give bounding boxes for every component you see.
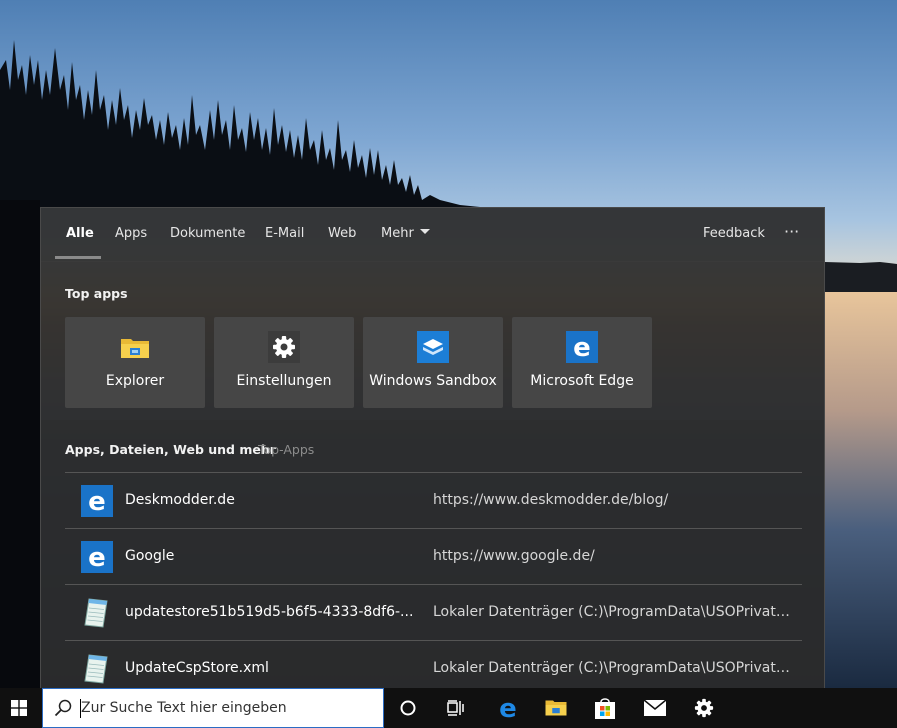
top-apps-heading: Top apps — [65, 286, 128, 301]
result-path: Lokaler Datenträger (C:)\ProgramData\USO… — [433, 604, 793, 620]
result-name: updatestore51b519d5-b6f5-4333-8df6-... — [125, 604, 414, 620]
result-path: Lokaler Datenträger (C:)\ProgramData\USO… — [433, 660, 793, 676]
top-app-settings[interactable]: Einstellungen — [214, 317, 354, 408]
tab-documents[interactable]: Dokumente — [170, 226, 245, 241]
mail-icon — [643, 699, 667, 716]
result-row-updatestore[interactable]: updatestore51b519d5-b6f5-4333-8df6-... L… — [65, 584, 802, 640]
windows-sandbox-icon — [417, 331, 449, 363]
tab-more-label: Mehr — [381, 226, 414, 241]
tab-email[interactable]: E-Mail — [265, 226, 304, 241]
store-icon — [595, 698, 615, 719]
results-list: e Deskmodder.de https://www.deskmodder.d… — [65, 472, 802, 696]
tile-label: Microsoft Edge — [530, 373, 634, 389]
svg-text:e: e — [88, 487, 106, 517]
settings-gear-icon — [268, 331, 300, 363]
start-button[interactable] — [0, 688, 38, 728]
results-heading: Apps, Dateien, Web und mehr — [65, 442, 276, 457]
tile-label: Einstellungen — [236, 373, 332, 389]
result-row-deskmodder[interactable]: e Deskmodder.de https://www.deskmodder.d… — [65, 472, 802, 528]
file-explorer-icon — [121, 339, 149, 358]
task-view-icon — [447, 700, 464, 716]
edge-icon: e — [81, 541, 113, 573]
tab-apps[interactable]: Apps — [115, 226, 147, 241]
top-app-explorer[interactable]: Explorer — [65, 317, 205, 408]
taskbar-file-explorer[interactable] — [536, 688, 576, 728]
tile-label: Windows Sandbox — [369, 373, 497, 389]
chevron-down-icon — [419, 229, 430, 234]
notepad-file-icon — [84, 598, 108, 628]
taskbar-mail[interactable] — [635, 688, 675, 728]
windows-start-icon — [11, 700, 27, 716]
result-path: https://www.deskmodder.de/blog/ — [433, 492, 669, 508]
top-app-microsoft-edge[interactable]: e Microsoft Edge — [512, 317, 652, 408]
taskbar-search-box[interactable] — [42, 688, 384, 728]
more-options-icon[interactable]: ··· — [784, 222, 799, 241]
cortana-button[interactable] — [388, 688, 428, 728]
filter-tab-bar: Alle Apps Dokumente E-Mail Web Mehr Feed… — [41, 208, 824, 262]
notepad-file-icon — [84, 654, 108, 684]
file-explorer-icon — [545, 700, 567, 716]
result-path: https://www.google.de/ — [433, 548, 595, 564]
tab-more[interactable]: Mehr — [381, 226, 430, 241]
svg-text:e: e — [573, 333, 591, 363]
result-row-google[interactable]: e Google https://www.google.de/ — [65, 528, 802, 584]
taskbar-settings[interactable] — [684, 688, 724, 728]
result-name: Deskmodder.de — [125, 492, 235, 508]
feedback-link[interactable]: Feedback — [703, 226, 765, 241]
top-app-windows-sandbox[interactable]: Windows Sandbox — [363, 317, 503, 408]
task-view-button[interactable] — [436, 688, 476, 728]
active-tab-indicator — [55, 256, 101, 259]
search-flyout: Alle Apps Dokumente E-Mail Web Mehr Feed… — [40, 207, 825, 688]
svg-text:e: e — [88, 543, 106, 573]
search-input[interactable] — [81, 689, 371, 727]
result-name: Google — [125, 548, 175, 564]
edge-icon: e — [499, 696, 517, 720]
cortana-icon — [400, 700, 416, 716]
tile-label: Explorer — [105, 373, 165, 389]
svg-text:e: e — [499, 696, 517, 720]
tab-web[interactable]: Web — [328, 226, 356, 241]
edge-icon: e — [81, 485, 113, 517]
taskbar-store[interactable] — [585, 688, 625, 728]
tab-all[interactable]: Alle — [66, 226, 94, 241]
results-subheading: Top-Apps — [258, 442, 315, 457]
settings-icon — [694, 698, 714, 718]
result-name: UpdateCspStore.xml — [125, 660, 269, 676]
edge-icon: e — [566, 331, 598, 363]
taskbar-edge[interactable]: e — [488, 688, 528, 728]
search-icon — [54, 699, 72, 717]
